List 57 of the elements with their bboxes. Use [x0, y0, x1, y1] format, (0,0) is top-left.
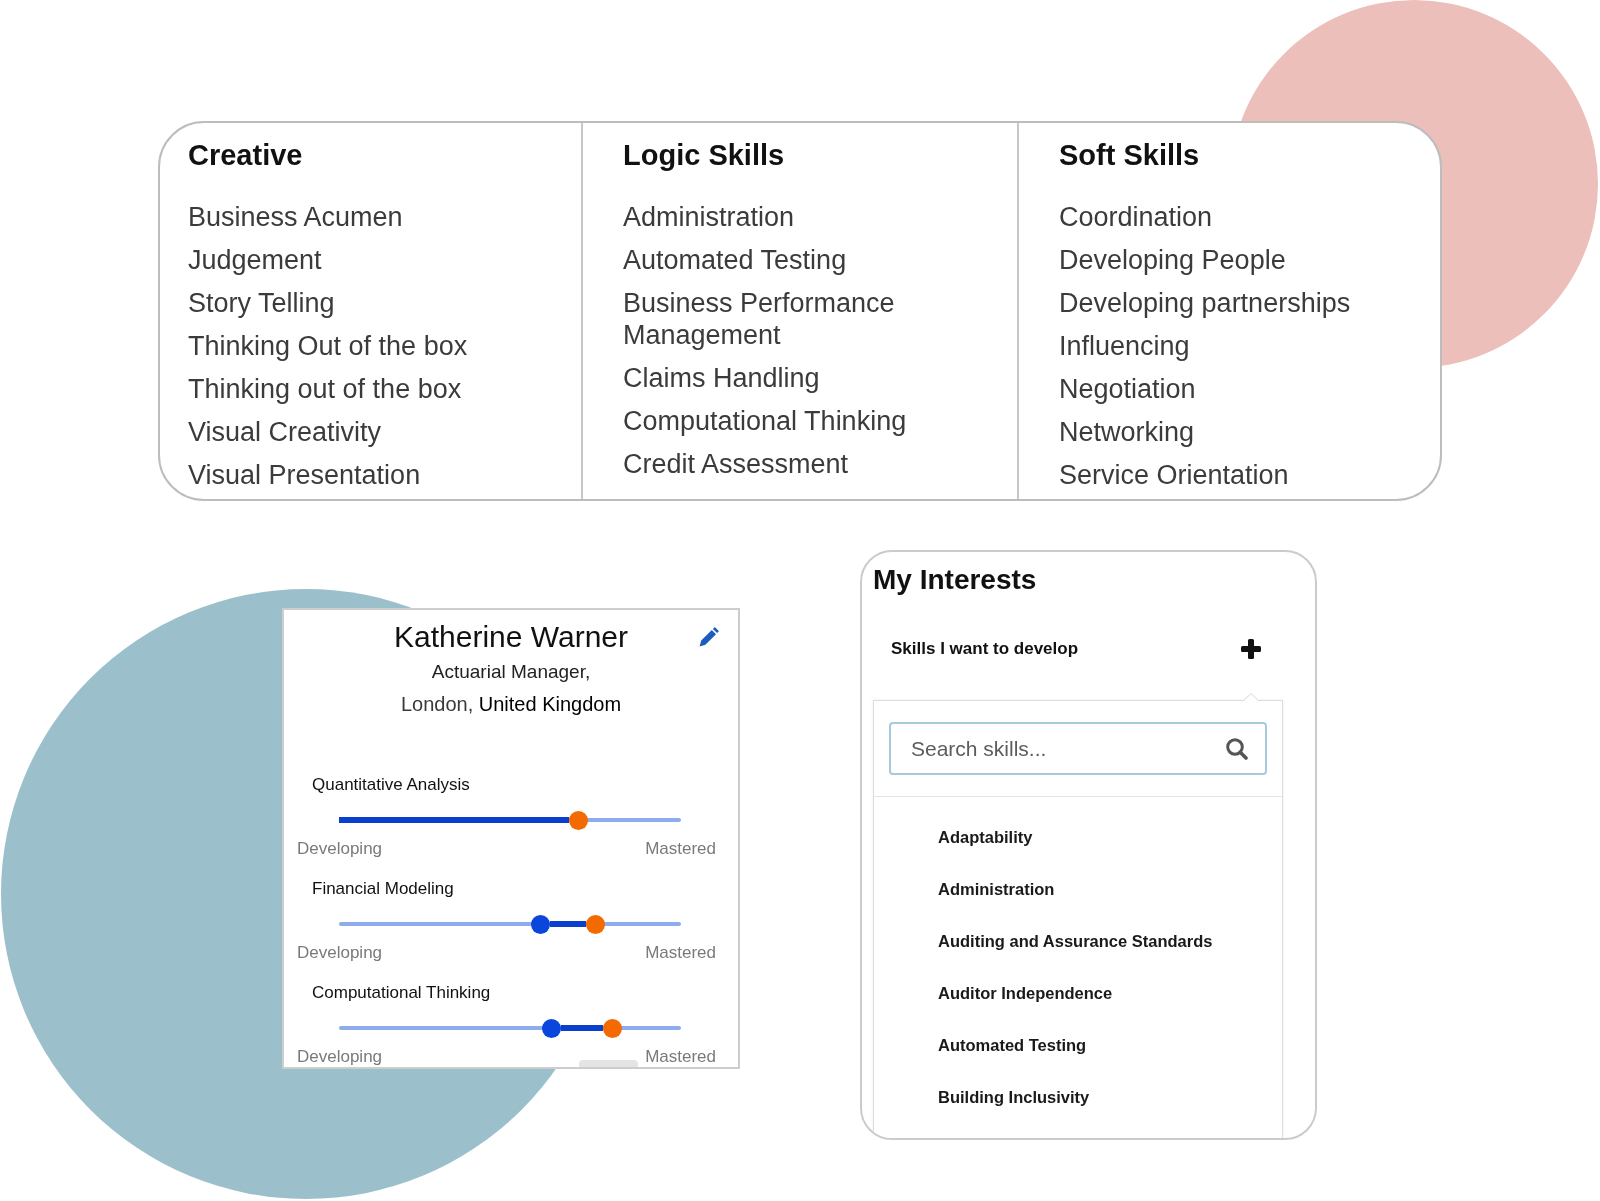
skill-item: Claims Handling [623, 362, 821, 394]
slider-fill [550, 921, 586, 927]
slider-thumb[interactable] [568, 810, 588, 830]
skill-item: Thinking out of the box [188, 373, 463, 405]
skill-item: Developing partnerships [1059, 287, 1352, 319]
skill-item: Developing People [1059, 244, 1287, 276]
scrollbar-thumb[interactable] [579, 1060, 638, 1067]
slider-thumb[interactable] [586, 914, 605, 934]
skill-label: Financial Modeling [312, 879, 455, 899]
plus-icon [1241, 639, 1261, 659]
search-icon[interactable] [1226, 737, 1248, 760]
skill-option[interactable]: Adaptability [938, 811, 1033, 863]
skill-item: Negotiation [1059, 373, 1197, 405]
skill-option[interactable]: Auditor Independence [938, 967, 1113, 1019]
skill-item: Credit Assessment [623, 448, 850, 480]
column-heading: Soft Skills [1059, 138, 1201, 173]
scale-min-label: Developing [297, 943, 383, 963]
skill-label: Quantitative Analysis [312, 775, 471, 795]
skill-item: Coordination [1059, 201, 1214, 233]
scale-max-label: Mastered [645, 839, 716, 859]
skill-item: Service Orientation [1059, 459, 1290, 491]
slider-thumb[interactable] [603, 1018, 623, 1038]
skill-item: Thinking Out of the box [188, 330, 469, 362]
skill-item: Judgement [188, 244, 323, 276]
skill-item: Influencing [1059, 330, 1191, 362]
slider-thumb[interactable] [531, 914, 551, 934]
location-text: London, United Kingdom [399, 692, 623, 717]
skill-option[interactable]: Automated Testing [938, 1019, 1087, 1071]
search-field[interactable]: Search skills... [889, 722, 1267, 775]
add-button[interactable] [1241, 639, 1261, 659]
card-title: My Interests [873, 563, 1038, 597]
column-heading: Logic Skills [623, 138, 786, 173]
skill-item: Story Telling [188, 287, 336, 319]
skill-label: Computational Thinking [312, 983, 492, 1003]
scale-max-label: Mastered [645, 1047, 716, 1067]
slider-thumb[interactable] [541, 1018, 561, 1038]
skill-item: Visual Presentation [188, 459, 422, 491]
column-heading: Creative [188, 138, 304, 173]
skill-option[interactable]: Auditing and Assurance Standards [938, 915, 1213, 967]
edit-button[interactable] [699, 627, 719, 647]
scale-min-label: Developing [297, 839, 383, 859]
job-title: Actuarial Manager, [430, 660, 592, 684]
skill-item: Administration [623, 201, 796, 233]
skill-option[interactable]: Administration [938, 863, 1055, 915]
skill-item: Automated Testing [623, 244, 848, 276]
pencil-icon [699, 627, 719, 647]
skill-item: Business Performance Management [623, 287, 896, 351]
section-label: Skills I want to develop [891, 639, 1079, 659]
slider-fill [560, 1025, 604, 1031]
skill-item: Visual Creativity [188, 416, 383, 448]
skill-item: Computational Thinking [623, 405, 908, 437]
skill-option[interactable]: Building Inclusivity [938, 1071, 1090, 1123]
skill-item: Business Acumen [188, 201, 404, 233]
scale-min-label: Developing [297, 1047, 383, 1067]
skill-item: Networking [1059, 416, 1196, 448]
scale-max-label: Mastered [645, 943, 716, 963]
profile-name: Katherine Warner [394, 619, 628, 655]
